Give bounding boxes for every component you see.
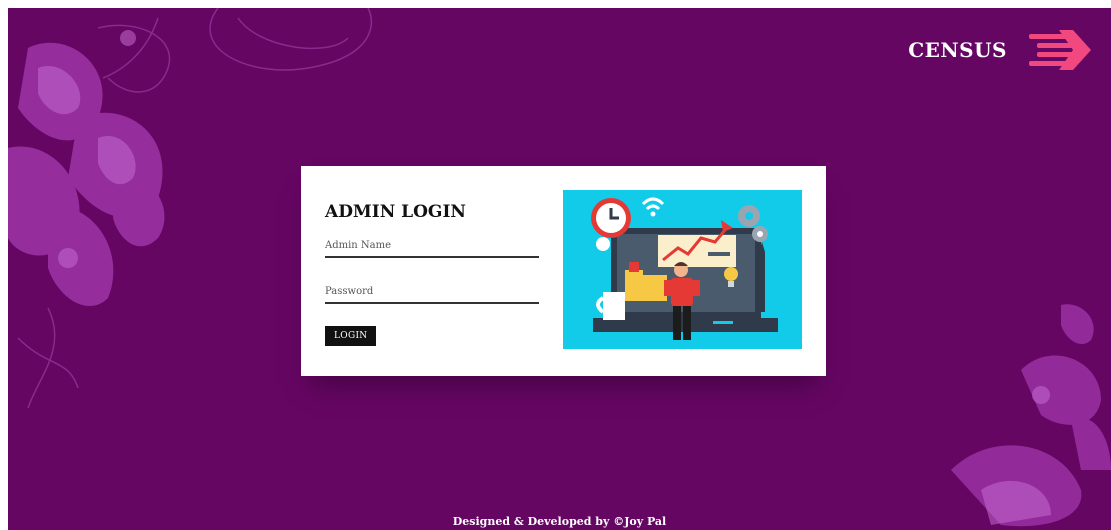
login-card: ADMIN LOGIN LOGIN (301, 166, 826, 376)
page-background: CENSUS ADMIN LOGIN LOGIN (8, 8, 1111, 530)
brand-name: CENSUS (908, 38, 1007, 62)
footer-credit: Designed & Developed by ©Joy Pal (452, 515, 667, 528)
password-input[interactable] (325, 286, 539, 304)
speed-arrow-icon (1029, 30, 1091, 70)
brand-header: CENSUS (908, 28, 1093, 72)
admin-name-input[interactable] (325, 240, 539, 258)
login-button[interactable]: LOGIN (325, 326, 377, 346)
floral-decoration-bottom-right (951, 304, 1111, 527)
computer-work-illustration (563, 190, 802, 349)
login-title: ADMIN LOGIN (325, 202, 466, 222)
